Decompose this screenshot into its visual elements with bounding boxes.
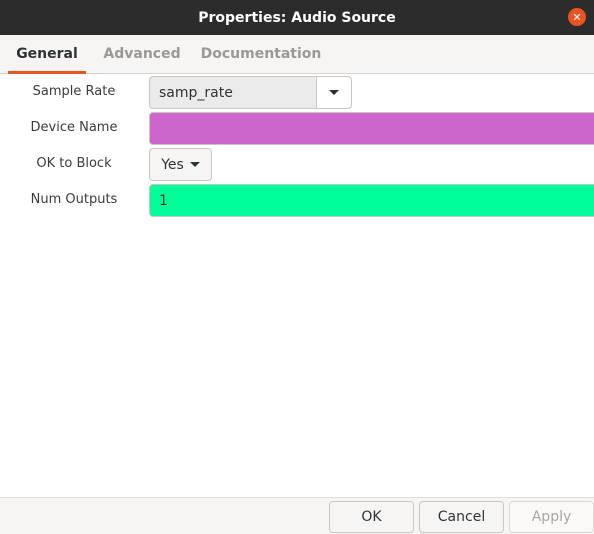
sample-rate-label: Sample Rate xyxy=(32,84,116,99)
sample-rate-dropdown-button[interactable] xyxy=(316,77,351,108)
properties-dialog: Properties: Audio Source ✕ General Advan… xyxy=(0,0,594,534)
num-outputs-field[interactable]: 1 xyxy=(149,184,594,217)
window-title: Properties: Audio Source xyxy=(198,9,396,26)
tab-documentation[interactable]: Documentation xyxy=(201,35,322,73)
chevron-down-icon xyxy=(329,90,339,95)
dialog-button-bar: OK Cancel Apply xyxy=(0,497,594,534)
cancel-button[interactable]: Cancel xyxy=(419,501,504,533)
chevron-down-icon xyxy=(189,162,200,167)
sample-rate-input[interactable]: samp_rate xyxy=(150,85,316,101)
num-outputs-label: Num Outputs xyxy=(30,192,118,207)
close-button[interactable]: ✕ xyxy=(568,8,586,26)
tab-bar: General Advanced Documentation xyxy=(0,35,594,74)
ok-to-block-label: OK to Block xyxy=(36,156,112,171)
close-icon: ✕ xyxy=(572,10,582,24)
tab-general[interactable]: General xyxy=(8,35,86,74)
title-bar: Properties: Audio Source ✕ xyxy=(0,0,594,35)
ok-to-block-value: Yes xyxy=(161,156,184,173)
tab-advanced[interactable]: Advanced xyxy=(102,35,182,73)
ok-to-block-dropdown[interactable]: Yes xyxy=(149,148,212,181)
device-name-label: Device Name xyxy=(30,120,118,135)
ok-button[interactable]: OK xyxy=(329,501,414,533)
sample-rate-combo[interactable]: samp_rate xyxy=(149,76,352,109)
device-name-field[interactable] xyxy=(149,112,594,145)
apply-button[interactable]: Apply xyxy=(509,501,594,533)
